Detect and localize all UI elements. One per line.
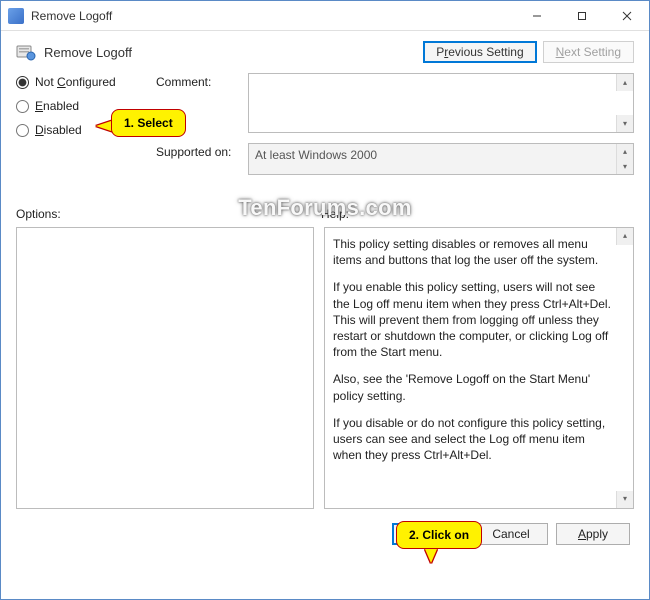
- titlebar: Remove Logoff: [1, 1, 649, 31]
- comment-textarea[interactable]: ▴ ▾: [248, 73, 634, 133]
- supported-on-box: At least Windows 2000 ▴ ▾: [248, 143, 634, 175]
- window-title: Remove Logoff: [31, 9, 514, 23]
- next-setting-button[interactable]: Next Setting: [543, 41, 634, 63]
- options-panel: [16, 227, 314, 509]
- app-icon: [8, 8, 24, 24]
- close-button[interactable]: [604, 1, 649, 30]
- right-column: Comment: ▴ ▾ Supported on: At least Wind…: [156, 73, 634, 185]
- scroll-up-icon[interactable]: ▴: [616, 144, 633, 159]
- help-text: This policy setting disables or removes …: [333, 236, 611, 268]
- radio-not-configured[interactable]: Not Configured: [16, 75, 156, 89]
- section-labels: Options: Help:: [16, 207, 634, 221]
- content-area: Remove Logoff Previous Setting Next Sett…: [1, 31, 649, 555]
- comment-row: Comment: ▴ ▾: [156, 73, 634, 133]
- annotation-click-tail: [425, 549, 437, 563]
- header-row: Remove Logoff Previous Setting Next Sett…: [16, 41, 634, 63]
- annotation-select: 1. Select: [111, 109, 186, 137]
- minimize-button[interactable]: [514, 1, 559, 30]
- help-panel: This policy setting disables or removes …: [324, 227, 634, 509]
- scroll-down-icon[interactable]: ▾: [616, 491, 633, 508]
- annotation-click: 2. Click on: [396, 521, 482, 549]
- supported-row: Supported on: At least Windows 2000 ▴ ▾: [156, 143, 634, 175]
- help-text: Also, see the 'Remove Logoff on the Star…: [333, 371, 611, 403]
- comment-scrollbar[interactable]: ▴ ▾: [616, 74, 633, 132]
- help-scrollbar[interactable]: ▴ ▾: [616, 228, 633, 508]
- apply-button[interactable]: Apply: [556, 523, 630, 545]
- radio-not-configured-input[interactable]: [16, 76, 29, 89]
- scroll-up-icon[interactable]: ▴: [616, 74, 633, 91]
- window-controls: [514, 1, 649, 30]
- options-label: Options:: [16, 207, 321, 221]
- cancel-button[interactable]: Cancel: [474, 523, 548, 545]
- scroll-down-icon[interactable]: ▾: [616, 159, 633, 174]
- policy-title: Remove Logoff: [44, 45, 423, 60]
- help-text: If you disable or do not configure this …: [333, 415, 611, 464]
- previous-setting-button[interactable]: Previous Setting: [423, 41, 536, 63]
- policy-editor-window: Remove Logoff Remove Logoff Previous Set…: [0, 0, 650, 600]
- help-text: If you enable this policy setting, users…: [333, 279, 611, 360]
- supported-scrollbar[interactable]: ▴ ▾: [616, 144, 633, 174]
- scroll-up-icon[interactable]: ▴: [616, 228, 633, 245]
- panels: This policy setting disables or removes …: [16, 227, 634, 509]
- supported-on-value: At least Windows 2000: [255, 148, 377, 162]
- help-label: Help:: [321, 207, 349, 221]
- nav-buttons: Previous Setting Next Setting: [423, 41, 634, 63]
- comment-label: Comment:: [156, 73, 248, 89]
- maximize-button[interactable]: [559, 1, 604, 30]
- radio-disabled-input[interactable]: [16, 124, 29, 137]
- supported-label: Supported on:: [156, 143, 248, 159]
- footer-buttons: OK Cancel Apply: [16, 523, 634, 545]
- policy-icon: [16, 43, 36, 61]
- scroll-down-icon[interactable]: ▾: [616, 115, 633, 132]
- radio-enabled-input[interactable]: [16, 100, 29, 113]
